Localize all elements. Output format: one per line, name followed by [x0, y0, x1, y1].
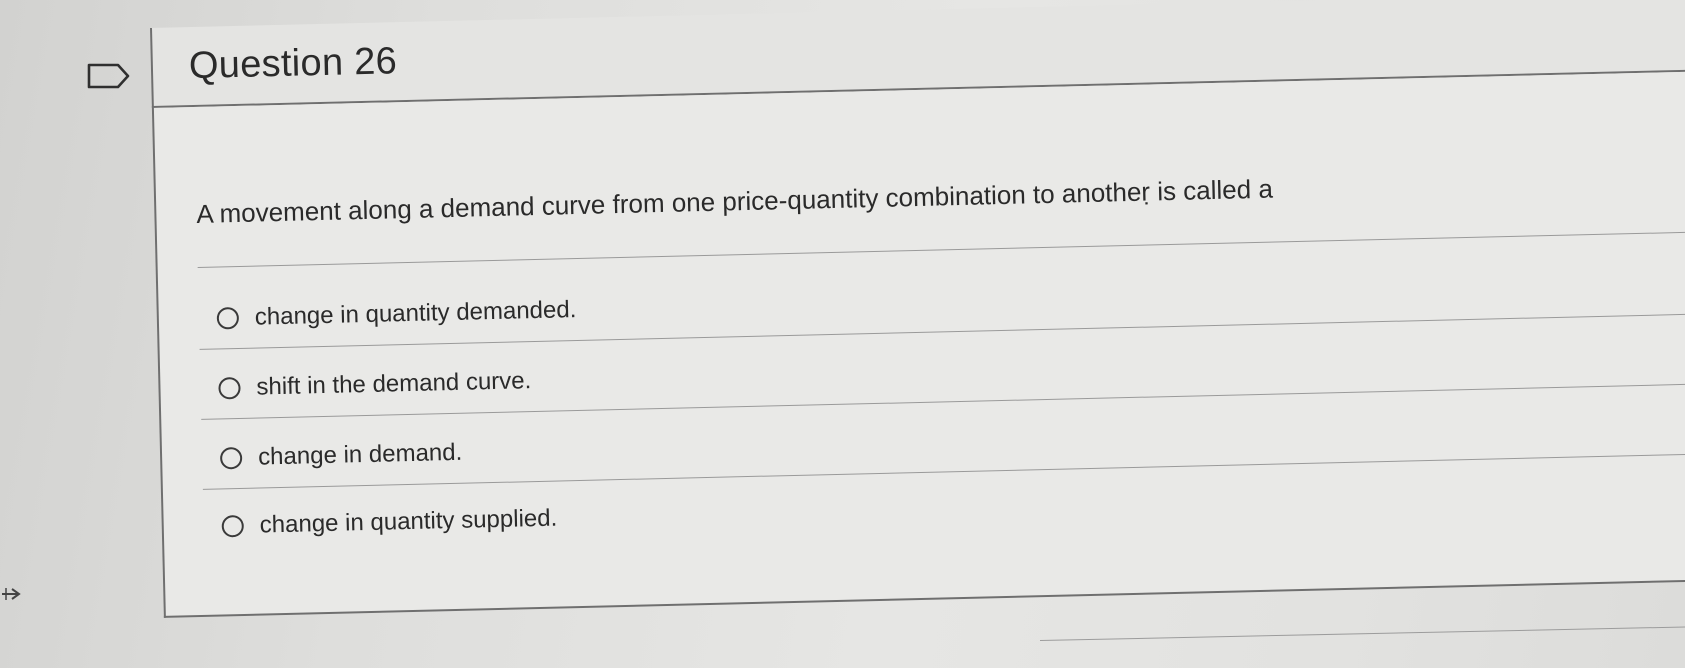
question-card: Question 26 A movement along a demand cu…: [150, 0, 1685, 618]
arrow-right-icon: [2, 588, 21, 600]
answer-option-label: shift in the demand curve.: [256, 367, 532, 401]
divider: [197, 231, 1685, 268]
radio-unchecked-icon[interactable]: [221, 514, 245, 538]
answer-option-1[interactable]: change in quantity demanded.: [216, 294, 577, 334]
question-title: Question 26: [188, 40, 398, 88]
answer-option-4[interactable]: change in quantity supplied.: [221, 503, 558, 543]
question-body: A movement along a demand curve from one…: [151, 71, 1685, 618]
radio-unchecked-icon[interactable]: [216, 306, 240, 330]
screen: Question 26 A movement along a demand cu…: [0, 0, 1685, 668]
answer-option-label: change in quantity demanded.: [254, 296, 577, 331]
flag-question-icon[interactable]: [86, 62, 132, 90]
answer-option-label: change in demand.: [257, 438, 463, 471]
question-text: A movement along a demand curve from one…: [196, 173, 1274, 229]
answer-option-3[interactable]: change in demand.: [219, 437, 463, 475]
answer-option-2[interactable]: shift in the demand curve.: [218, 365, 532, 404]
radio-unchecked-icon[interactable]: [218, 376, 241, 400]
page-divider: [1040, 626, 1685, 641]
answer-option-label: change in quantity supplied.: [259, 504, 558, 539]
radio-unchecked-icon[interactable]: [219, 446, 243, 470]
